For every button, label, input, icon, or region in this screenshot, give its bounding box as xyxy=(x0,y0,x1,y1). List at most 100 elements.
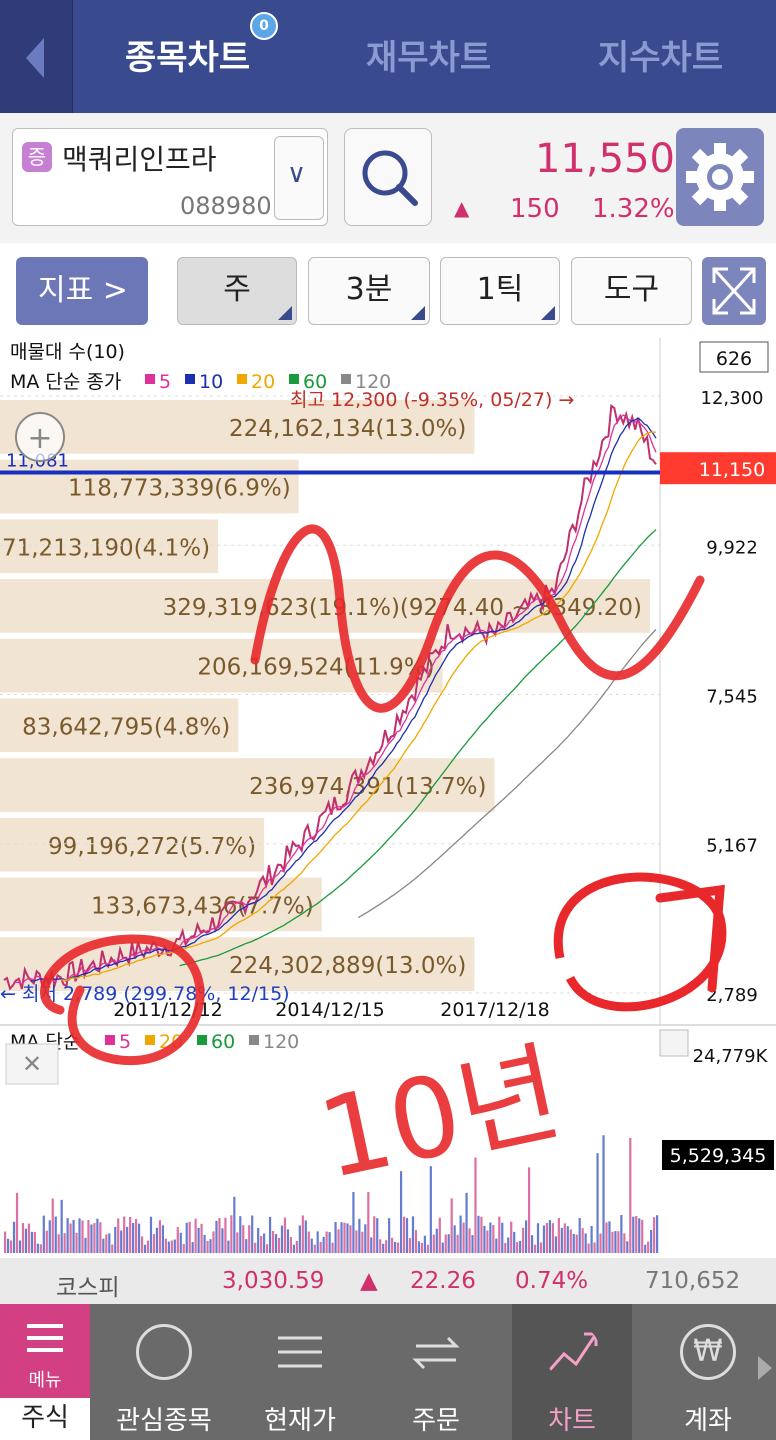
volume-bar xyxy=(623,1233,626,1253)
nav-item-account[interactable]: ₩ 계좌 xyxy=(648,1304,768,1440)
volume-bar xyxy=(495,1238,498,1253)
nav-more-arrow-icon[interactable] xyxy=(758,1356,772,1380)
volume-bar xyxy=(426,1244,429,1253)
tab-index-chart[interactable]: 지수차트 xyxy=(598,30,723,79)
tool-button[interactable]: 도구 xyxy=(571,257,692,325)
volume-bar xyxy=(176,1227,179,1253)
search-button[interactable] xyxy=(344,128,432,226)
minute-select[interactable]: 3분 xyxy=(308,257,430,325)
volume-bar xyxy=(215,1220,218,1253)
volume-bar xyxy=(569,1229,572,1253)
ma-legend-period: 20 xyxy=(251,371,275,393)
up-arrow-icon: ▲ xyxy=(454,196,470,220)
volume-bar xyxy=(188,1221,191,1253)
indicator-button[interactable]: 지표 > xyxy=(16,257,148,325)
volume-bar xyxy=(465,1192,468,1253)
volume-bar xyxy=(527,1167,531,1253)
gear-icon xyxy=(686,143,754,211)
nav-item-stock[interactable]: 주식 xyxy=(0,1398,90,1440)
expand-icon xyxy=(712,267,756,315)
volume-bar xyxy=(164,1238,167,1253)
volume-bar xyxy=(522,1227,525,1253)
volume-profile-label: 99,196,272(5.7%) xyxy=(48,834,256,860)
volume-bar xyxy=(230,1215,233,1253)
volume-bar xyxy=(483,1225,486,1253)
tab-stock-chart[interactable]: 종목차트 xyxy=(125,30,250,79)
volume-bar xyxy=(260,1236,263,1253)
expand-button[interactable] xyxy=(702,257,766,325)
volume-bar xyxy=(304,1220,307,1253)
volume-profile-label: 224,162,134(13.0%) xyxy=(229,416,466,442)
volume-bar xyxy=(200,1223,203,1253)
volume-legend-period: 60 xyxy=(211,1031,235,1053)
period-select[interactable]: 주 xyxy=(177,257,297,325)
settings-button[interactable] xyxy=(676,128,764,226)
price-axis-label: 9,922 xyxy=(706,537,758,558)
volume-bar xyxy=(51,1198,54,1253)
nav-item-label: 관심종목 xyxy=(116,1406,212,1436)
volume-bar xyxy=(620,1215,623,1253)
volume-bar xyxy=(209,1239,212,1253)
volume-bar xyxy=(134,1219,138,1253)
volume-bar xyxy=(352,1191,355,1253)
volume-bar xyxy=(614,1231,617,1253)
tick-select[interactable]: 1틱 xyxy=(440,257,560,325)
volume-bar xyxy=(185,1222,188,1253)
volume-bar xyxy=(93,1223,96,1253)
nav-item-quote[interactable]: 현재가 xyxy=(240,1304,360,1440)
kospi-volume: 710,652 xyxy=(645,1268,741,1294)
back-button[interactable] xyxy=(0,0,73,113)
volume-bar xyxy=(325,1231,328,1253)
volume-bar xyxy=(248,1225,251,1253)
volume-bar xyxy=(489,1222,492,1253)
kospi-ticker[interactable]: 코스피 3,030.59 ▲ 22.26 0.74% 710,652 xyxy=(0,1258,776,1304)
volume-profile-title: 매물대 수(10) xyxy=(10,341,125,363)
volume-bar xyxy=(411,1216,415,1253)
nav-item-chart[interactable]: 차트 xyxy=(512,1304,632,1440)
stock-dropdown-button[interactable]: ∨ xyxy=(274,136,324,220)
volume-bar xyxy=(355,1230,358,1253)
volume-bar xyxy=(39,1244,42,1253)
volume-bar xyxy=(105,1234,108,1253)
volume-bar xyxy=(513,1231,516,1253)
tab-financial-chart[interactable]: 재무차트 xyxy=(366,30,491,79)
volume-bar xyxy=(286,1229,290,1253)
nav-item-watchlist[interactable]: 관심종목 xyxy=(104,1304,224,1440)
volume-bar xyxy=(87,1220,90,1253)
stock-chart[interactable]: 224,162,134(13.0%) 118,773,339(6.9%) 71,21… xyxy=(0,338,776,1258)
volume-bar xyxy=(15,1192,19,1253)
ma-legend-swatch xyxy=(341,374,351,384)
volume-bar xyxy=(510,1221,513,1253)
volume-bar xyxy=(358,1218,361,1253)
volume-bar xyxy=(578,1218,581,1253)
volume-bar xyxy=(396,1242,400,1253)
volume-bar xyxy=(137,1223,141,1253)
volume-bar xyxy=(635,1216,638,1253)
volume-bar xyxy=(149,1216,153,1253)
menu-label: 메뉴 xyxy=(28,1370,62,1391)
ma-legend-swatch xyxy=(145,374,155,384)
volume-bar xyxy=(471,1235,474,1253)
volume-bar xyxy=(179,1232,182,1253)
volume-bar xyxy=(90,1224,93,1253)
volume-bar xyxy=(653,1217,656,1253)
volume-bar xyxy=(129,1216,132,1253)
volume-bar xyxy=(298,1225,301,1253)
x-axis-label: 2011/12/12 xyxy=(113,999,223,1021)
kospi-change: 22.26 xyxy=(410,1268,476,1294)
volume-bar xyxy=(27,1223,31,1253)
nav-item-order[interactable]: 주문 xyxy=(376,1304,496,1440)
volume-profile-label: 224,302,889(13.0%) xyxy=(229,953,466,979)
current-price: 11,550 xyxy=(535,136,675,182)
volume-bar xyxy=(33,1232,36,1253)
volume-bar xyxy=(114,1226,117,1253)
volume-bar xyxy=(539,1242,543,1253)
volume-bar xyxy=(650,1229,653,1253)
won-icon: ₩ xyxy=(680,1324,736,1380)
order-icon xyxy=(412,1336,460,1370)
volume-bar xyxy=(96,1218,99,1253)
volume-bar xyxy=(224,1217,227,1253)
volume-bar xyxy=(182,1244,185,1253)
volume-bar xyxy=(382,1243,385,1253)
volume-bar xyxy=(459,1215,462,1253)
